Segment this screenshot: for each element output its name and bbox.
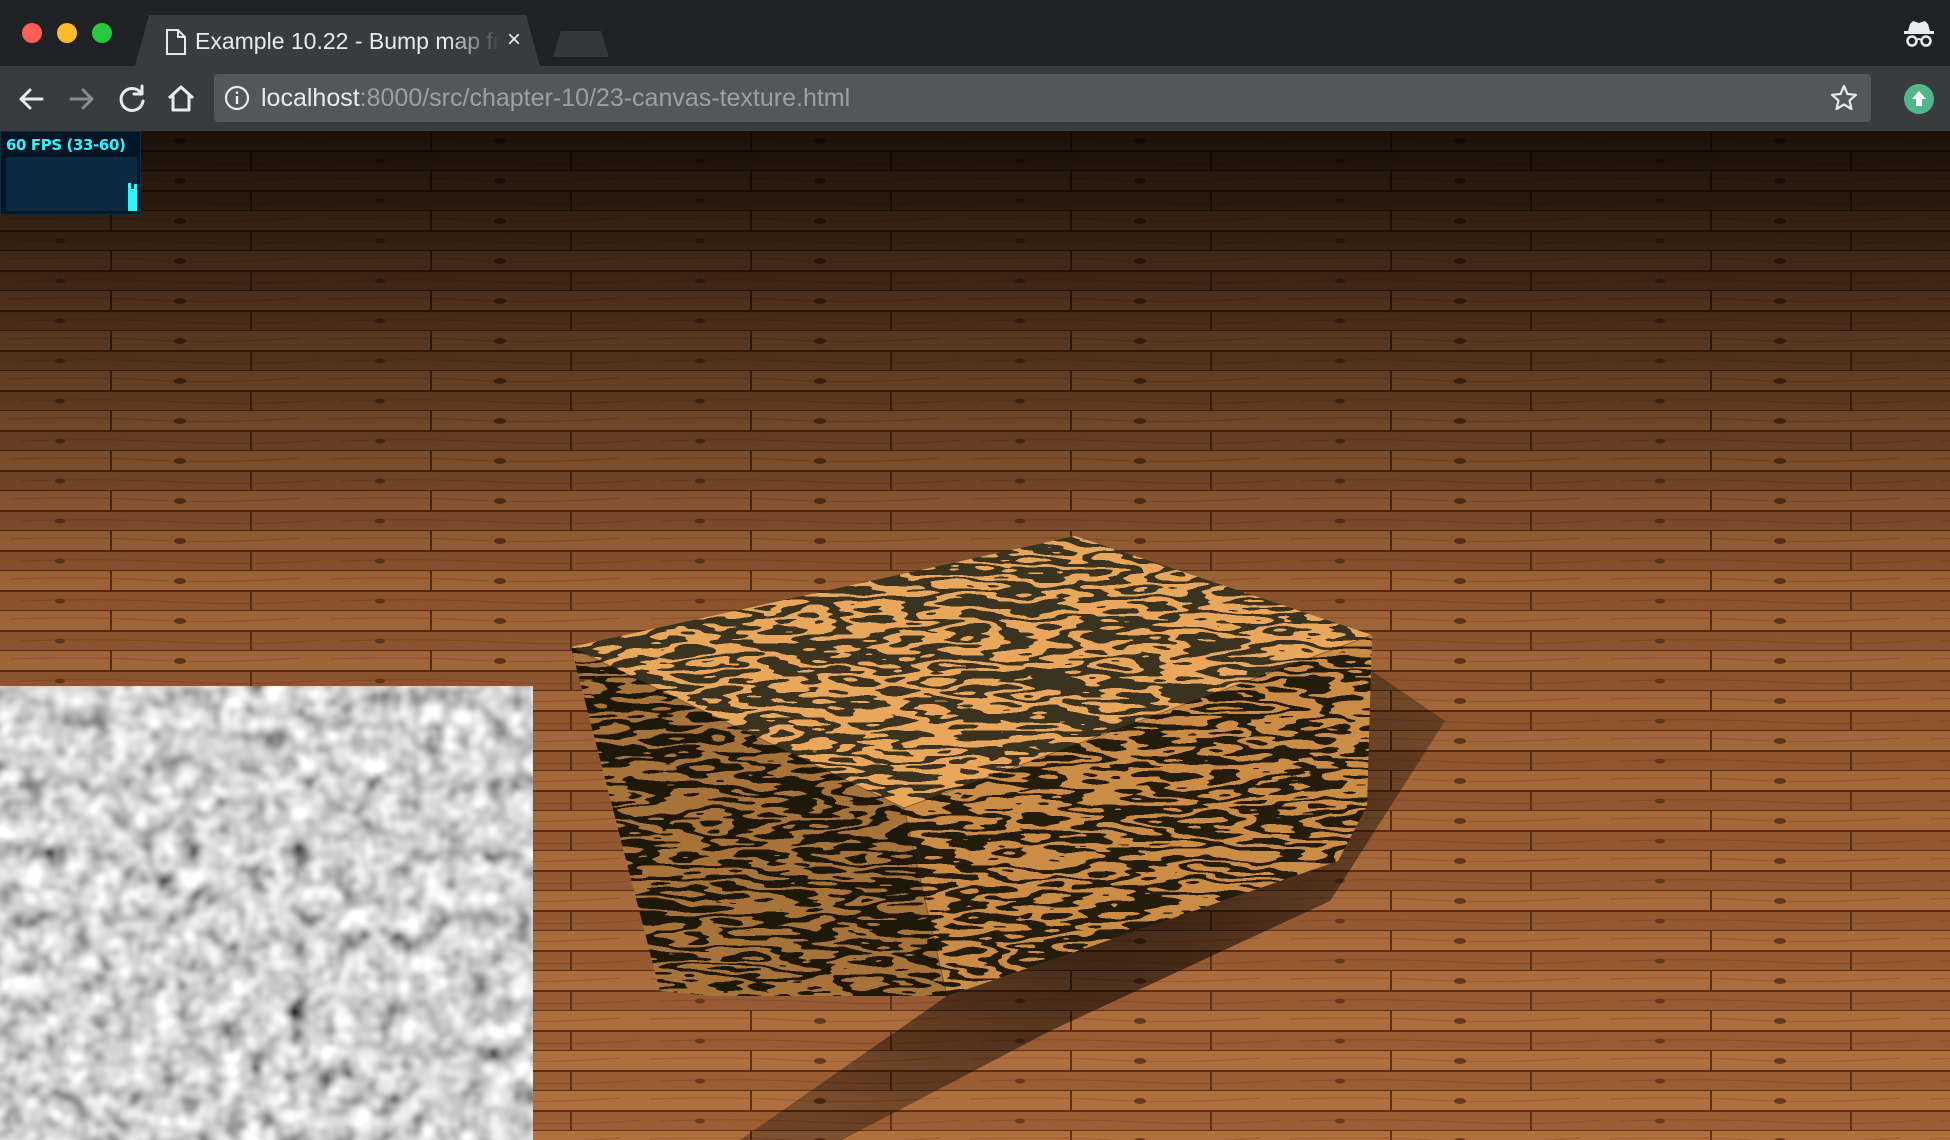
tab-active[interactable]: Example 10.22 - Bump map from canvas × [135,15,540,66]
fps-graph [6,157,137,211]
home-icon[interactable] [164,82,198,116]
document-icon [166,29,186,55]
star-icon[interactable] [1830,84,1858,112]
url-host: localhost [261,84,360,112]
window-minimize-button[interactable] [57,23,77,43]
tab-title: Example 10.22 - Bump map from canvas [195,28,501,54]
new-tab-button[interactable] [553,31,609,57]
fps-stats-panel[interactable]: 60 FPS (33-60) [0,131,141,215]
webgl-viewport[interactable]: 60 FPS (33-60) [0,131,1950,1140]
bump-map-canvas [0,686,533,1140]
back-icon[interactable] [14,82,48,116]
reload-icon[interactable] [115,82,149,116]
info-icon[interactable] [224,85,250,111]
close-icon[interactable]: × [507,25,521,55]
window-maximize-button[interactable] [92,23,112,43]
tab-strip: Example 10.22 - Bump map from canvas × [0,0,1950,66]
url-text[interactable]: localhost:8000/src/chapter-10/23-canvas-… [261,84,850,113]
extension-icon[interactable] [1904,84,1934,114]
forward-icon[interactable] [65,82,99,116]
fps-graph-bar [134,184,137,211]
address-bar[interactable]: localhost:8000/src/chapter-10/23-canvas-… [214,74,1871,122]
window-close-button[interactable] [22,23,42,43]
browser-toolbar: localhost:8000/src/chapter-10/23-canvas-… [0,66,1950,131]
incognito-icon [1904,21,1934,47]
url-path: :8000/src/chapter-10/23-canvas-texture.h… [359,84,851,112]
fps-label: 60 FPS (33-60) [6,136,126,154]
